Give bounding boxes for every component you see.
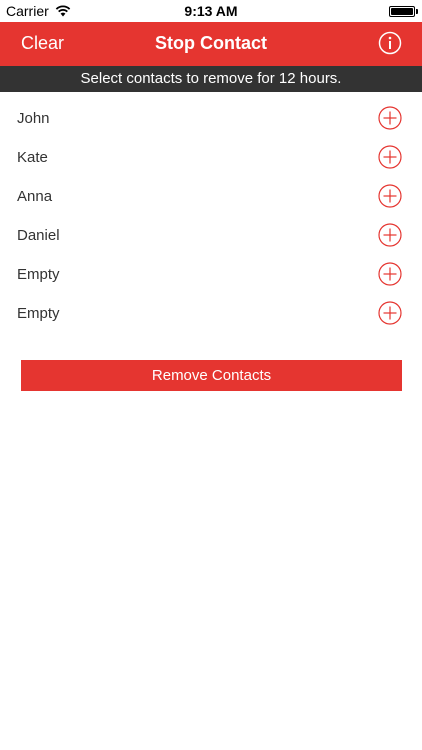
contact-list: John Kate Anna Daniel Empty Empty [0, 100, 422, 334]
list-item[interactable]: Daniel [0, 217, 422, 256]
add-circle-icon[interactable] [378, 184, 402, 208]
clock: 9:13 AM [184, 3, 238, 19]
list-item[interactable]: Anna [0, 178, 422, 217]
instruction-banner: Select contacts to remove for 12 hours. [0, 66, 422, 92]
list-item[interactable]: Empty [0, 256, 422, 295]
list-item[interactable]: John [0, 100, 422, 139]
add-circle-icon[interactable] [378, 106, 402, 130]
add-circle-icon[interactable] [378, 145, 402, 169]
add-circle-icon[interactable] [378, 223, 402, 247]
contact-name: Empty [17, 305, 60, 322]
remove-contacts-button[interactable]: Remove Contacts [21, 360, 402, 391]
status-bar: Carrier 9:13 AM [0, 0, 422, 22]
list-item[interactable]: Kate [0, 139, 422, 178]
contact-name: John [17, 110, 50, 127]
contact-name: Daniel [17, 227, 60, 244]
add-circle-icon[interactable] [378, 262, 402, 286]
info-icon[interactable] [378, 31, 402, 55]
list-item[interactable]: Empty [0, 295, 422, 334]
contact-name: Empty [17, 266, 60, 283]
navigation-bar: Clear Stop Contact [0, 22, 422, 66]
battery-tip [416, 9, 418, 14]
contact-name: Anna [17, 188, 53, 205]
clear-button[interactable]: Clear [21, 33, 64, 54]
contact-name: Kate [17, 149, 48, 166]
add-circle-icon[interactable] [378, 301, 402, 325]
battery-icon [389, 6, 415, 17]
